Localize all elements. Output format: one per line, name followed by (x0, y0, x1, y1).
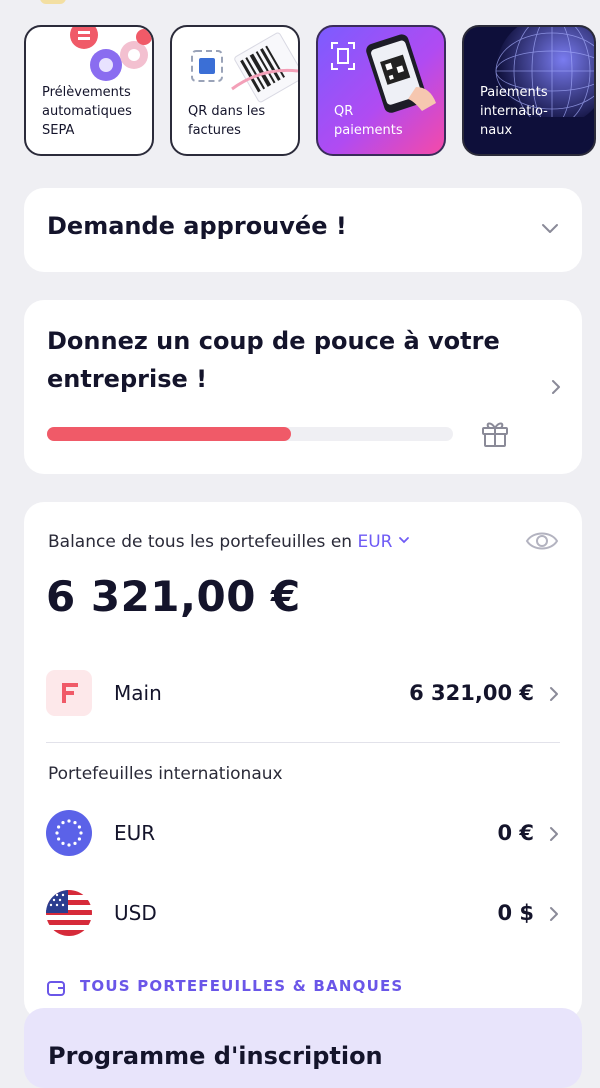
signup-program-title: Programme d'inscription (48, 1042, 383, 1070)
chevron-down-icon[interactable] (540, 218, 560, 238)
story-qr-payments[interactable]: QR paiements (316, 25, 446, 156)
wallet-value: 0 $ (497, 901, 534, 925)
approved-title: Demande approuvée ! (47, 212, 347, 240)
wallet-icon (47, 981, 65, 996)
wallet-name: Main (114, 681, 162, 705)
international-wallets-label: Portefeuilles internationaux (48, 764, 283, 784)
balance-label: Balance de tous les portefeuilles en EUR (48, 532, 410, 552)
top-edge-decoration (40, 0, 66, 4)
divider (46, 742, 560, 743)
us-flag-icon (46, 890, 92, 936)
gift-icon (482, 422, 508, 447)
wallet-value: 0 € (497, 821, 534, 845)
chevron-right-icon (550, 907, 558, 921)
wallet-name: EUR (114, 821, 156, 845)
story-label: Prélèvements automatiques SEPA (42, 85, 132, 138)
chevron-right-icon[interactable] (550, 378, 562, 396)
boost-title: Donnez un coup de pouce à votre entrepri… (47, 327, 500, 393)
currency-value: EUR (357, 532, 393, 552)
balance-label-text: Balance de tous les portefeuilles en (48, 532, 358, 552)
story-international-payments[interactable]: Paiements internatio- naux (462, 25, 596, 156)
chevron-right-icon (550, 827, 558, 841)
balance-card: Balance de tous les portefeuilles en EUR… (24, 502, 582, 1020)
story-qr-invoices[interactable]: QR dans les factures (170, 25, 300, 156)
boost-business-card[interactable]: Donnez un coup de pouce à votre entrepri… (24, 300, 582, 474)
story-label: QR dans les factures (188, 104, 266, 138)
total-balance: 6 321,00 € (46, 572, 301, 621)
signup-program-card[interactable]: Programme d'inscription (24, 1008, 582, 1088)
story-sepa-direct-debit[interactable]: Prélèvements automatiques SEPA (24, 25, 154, 156)
stories-carousel: Prélèvements automatiques SEPA QR dans l… (24, 25, 596, 160)
story-label: Paiements internatio- naux (480, 85, 548, 138)
approved-request-card[interactable]: Demande approuvée ! (24, 188, 582, 272)
chevron-down-icon (398, 537, 409, 544)
story-label: QR paiements (334, 104, 403, 138)
wallet-row-eur[interactable]: EUR 0 € (46, 810, 560, 858)
wallet-name: USD (114, 901, 157, 925)
all-wallets-label: TOUS PORTEFEUILLES & BANQUES (80, 977, 404, 995)
progress-fill (47, 427, 291, 441)
wallet-row-usd[interactable]: USD 0 $ (46, 890, 560, 938)
currency-selector[interactable]: EUR (357, 532, 409, 552)
chevron-right-icon (550, 687, 558, 701)
brand-logo-icon (46, 670, 92, 716)
eye-icon[interactable] (524, 526, 560, 556)
eu-flag-icon (46, 810, 92, 856)
wallet-value: 6 321,00 € (409, 681, 534, 705)
qr-invoice-illustration (191, 32, 298, 103)
progress-bar (47, 427, 453, 441)
wallet-row-main[interactable]: Main 6 321,00 € (46, 670, 560, 718)
